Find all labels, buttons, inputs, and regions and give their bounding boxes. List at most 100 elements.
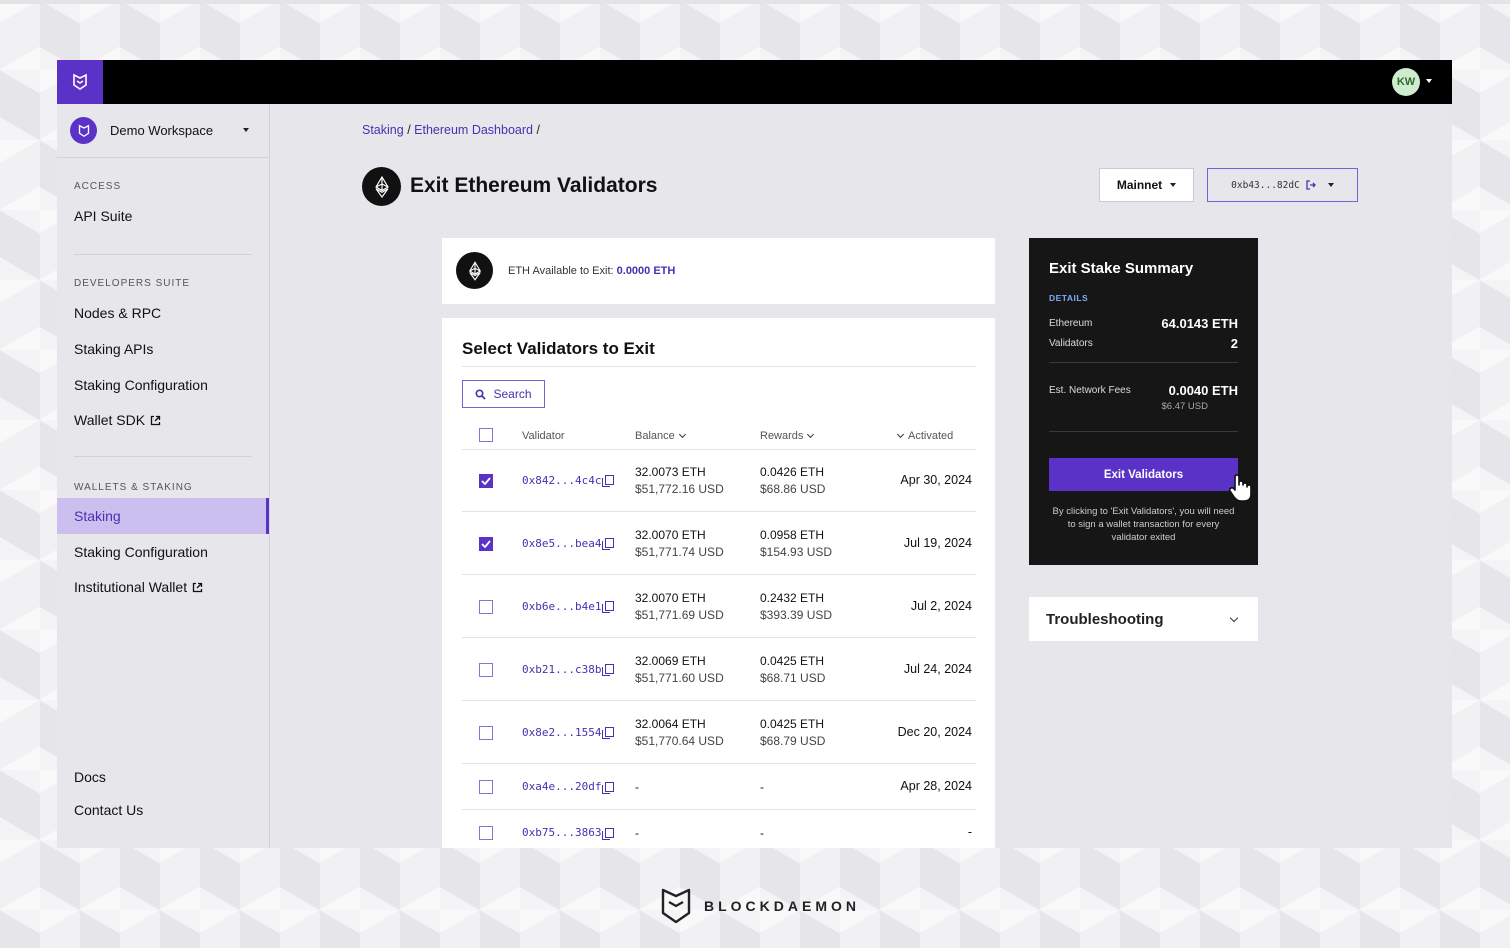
select-validators-card: Select Validators to Exit Search Validat…	[442, 318, 995, 848]
activated-date: Apr 30, 2024	[900, 472, 972, 487]
troubleshooting-label: Troubleshooting	[1046, 611, 1164, 628]
rewards-cell-usd: $393.39 USD	[760, 607, 833, 622]
validator-address-text: 0xb75...3863	[522, 826, 602, 839]
sidebar: Demo Workspace ACCESS API Suite DEVELOPE…	[57, 104, 270, 848]
rewards-cell-eth: 0.0425 ETH	[760, 653, 825, 668]
user-menu-caret-icon[interactable]	[1426, 79, 1432, 83]
summary-details-label: DETAILS	[1049, 293, 1089, 303]
wallet-connect-dropdown[interactable]: 0xb43...82dC	[1207, 168, 1358, 202]
troubleshooting-accordion[interactable]: Troubleshooting	[1029, 597, 1258, 641]
copy-icon[interactable]	[602, 664, 615, 676]
validator-address[interactable]: 0xa4e...20df	[522, 780, 615, 794]
sidebar-item-contact-us[interactable]: Contact Us	[74, 802, 143, 818]
breadcrumb: Staking / Ethereum Dashboard /	[362, 123, 540, 137]
row-checkbox[interactable]	[479, 662, 493, 677]
search-label: Search	[493, 387, 532, 401]
column-header-balance[interactable]: Balance	[635, 430, 686, 442]
copy-icon[interactable]	[602, 475, 615, 487]
row-checkbox[interactable]	[479, 599, 493, 614]
balance-cell: -	[635, 825, 639, 842]
copy-icon[interactable]	[602, 727, 615, 739]
sidebar-item-wallet-sdk[interactable]: Wallet SDK	[74, 412, 161, 428]
chevron-down-icon	[1170, 183, 1177, 187]
select-all-checkbox[interactable]	[479, 428, 493, 442]
network-fees-usd: $6.47 USD	[1161, 401, 1208, 412]
workspace-name: Demo Workspace	[110, 123, 214, 138]
copy-icon[interactable]	[602, 538, 615, 550]
sidebar-divider	[74, 456, 252, 457]
brand-footer: BLOCKDAEMON	[660, 886, 860, 926]
sidebar-item-institutional-wallet[interactable]: Institutional Wallet	[74, 579, 203, 595]
validator-address[interactable]: 0xb75...3863	[522, 826, 615, 840]
validator-address[interactable]: 0x8e2...1554	[522, 725, 615, 739]
brand-name: BLOCKDAEMON	[704, 898, 860, 914]
column-header-rewards[interactable]: Rewards	[760, 430, 815, 442]
blockdaemon-logo-icon	[661, 888, 691, 924]
table-row[interactable]: 0x8e5...bea4 32.0070 ETH $51,771.74 USD 0.0…	[462, 512, 976, 575]
breadcrumb-link-staking[interactable]: Staking	[362, 123, 404, 137]
balance-cell-usd: $51,771.60 USD	[635, 670, 724, 685]
sidebar-item-staking[interactable]: Staking	[57, 498, 269, 534]
activated-date: Jul 2, 2024	[910, 598, 972, 613]
validators-value: 2	[1230, 336, 1238, 351]
table-row[interactable]: 0xa4e...20df - - Apr 28, 2024	[462, 764, 976, 810]
balance-cell: 32.0064 ETH $51,770.64 USD	[635, 716, 724, 750]
rewards-cell-eth: -	[760, 826, 764, 840]
validator-address[interactable]: 0xb21...c38b	[522, 663, 615, 676]
section-title-developers-suite: DEVELOPERS SUITE	[74, 278, 191, 289]
validator-address[interactable]: 0x842...4c4c	[522, 474, 615, 487]
balance-cell-usd: $51,770.64 USD	[635, 733, 724, 748]
exit-validators-button[interactable]: Exit Validators	[1049, 458, 1238, 491]
row-checkbox[interactable]	[479, 473, 493, 488]
column-header-activated[interactable]: Activated	[896, 430, 953, 442]
hand-cursor-icon	[1228, 474, 1252, 502]
chevron-down-icon	[243, 128, 249, 132]
validator-address-text: 0x8e2...1554	[522, 725, 602, 739]
table-row[interactable]: 0xb75...3863 - - -	[462, 810, 976, 848]
network-select[interactable]: Mainnet	[1099, 168, 1194, 202]
validator-address[interactable]: 0xb6e...b4e1	[522, 600, 615, 613]
balance-cell: 32.0073 ETH $51,772.16 USD	[635, 464, 724, 498]
balance-cell-usd: $51,771.69 USD	[635, 607, 724, 622]
row-checkbox[interactable]	[479, 536, 493, 551]
table-row[interactable]: 0x842...4c4c 32.0073 ETH $51,772.16 USD 0.0…	[462, 449, 976, 512]
app-window: KW Demo Workspace ACCESS API Suite DEVEL…	[57, 60, 1452, 848]
table-row[interactable]: 0xb21...c38b 32.0069 ETH $51,771.60 USD 0.0…	[462, 638, 976, 701]
main-content: Staking / Ethereum Dashboard / Exit Ethe…	[270, 104, 1452, 848]
wallet-address: 0xb43...82dC	[1231, 179, 1300, 191]
rewards-cell-usd: $68.79 USD	[760, 733, 826, 748]
user-avatar[interactable]: KW	[1392, 68, 1420, 96]
sidebar-item-nodes-rpc[interactable]: Nodes & RPC	[74, 305, 161, 321]
sidebar-item-staking-configuration[interactable]: Staking Configuration	[74, 377, 208, 393]
logout-icon	[1306, 180, 1316, 190]
rewards-cell-eth: 0.0958 ETH	[760, 527, 825, 542]
sidebar-item-docs[interactable]: Docs	[74, 769, 106, 785]
chevron-down-icon	[807, 430, 815, 439]
copy-icon[interactable]	[602, 601, 615, 613]
rewards-cell-eth: -	[760, 780, 764, 794]
rewards-cell-eth: 0.0426 ETH	[760, 464, 825, 479]
table-row[interactable]: 0xb6e...b4e1 32.0070 ETH $51,771.69 USD 0.2…	[462, 575, 976, 638]
column-header-validator: Validator	[522, 430, 565, 442]
row-checkbox[interactable]	[479, 780, 493, 794]
summary-title: Exit Stake Summary	[1049, 260, 1194, 277]
sidebar-item-staking-configuration-2[interactable]: Staking Configuration	[74, 544, 208, 560]
breadcrumb-separator: /	[536, 123, 540, 137]
balance-cell-eth: 32.0073 ETH	[635, 464, 706, 479]
rewards-cell: 0.0426 ETH $68.86 USD	[760, 464, 825, 498]
ethereum-value: 64.0143 ETH	[1161, 316, 1238, 331]
table-row[interactable]: 0x8e2...1554 32.0064 ETH $51,770.64 USD 0.0…	[462, 701, 976, 764]
balance-cell: -	[635, 779, 639, 796]
validator-address[interactable]: 0x8e5...bea4	[522, 537, 615, 550]
sidebar-item-api-suite[interactable]: API Suite	[74, 208, 132, 224]
sidebar-item-staking-apis[interactable]: Staking APIs	[74, 341, 153, 357]
copy-icon[interactable]	[602, 827, 615, 840]
home-logo-button[interactable]	[57, 60, 103, 104]
search-button[interactable]: Search	[462, 380, 545, 408]
workspace-selector[interactable]: Demo Workspace	[57, 104, 269, 158]
row-checkbox[interactable]	[479, 826, 493, 840]
breadcrumb-link-ethereum-dashboard[interactable]: Ethereum Dashboard	[414, 123, 533, 137]
row-checkbox[interactable]	[479, 725, 493, 740]
copy-icon[interactable]	[602, 781, 615, 794]
eth-available-label: ETH Available to Exit:	[508, 265, 614, 277]
